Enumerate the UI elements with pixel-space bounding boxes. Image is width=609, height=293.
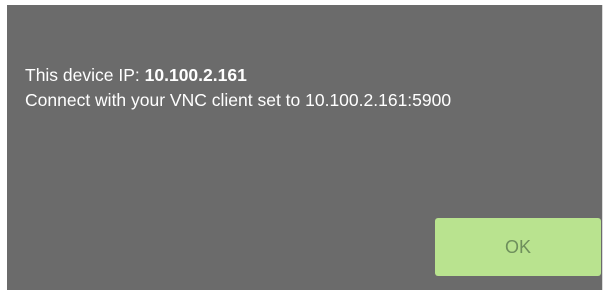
ok-button[interactable]: OK xyxy=(435,218,601,276)
device-ip-label: This device IP: xyxy=(25,65,145,85)
vnc-info-dialog: This device IP: 10.100.2.161 Connect wit… xyxy=(7,5,603,290)
device-ip-value: 10.100.2.161 xyxy=(144,65,247,85)
device-ip-line: This device IP: 10.100.2.161 xyxy=(25,63,451,88)
vnc-connect-instructions: Connect with your VNC client set to 10.1… xyxy=(25,90,452,110)
dialog-message: This device IP: 10.100.2.161 Connect wit… xyxy=(25,63,451,113)
